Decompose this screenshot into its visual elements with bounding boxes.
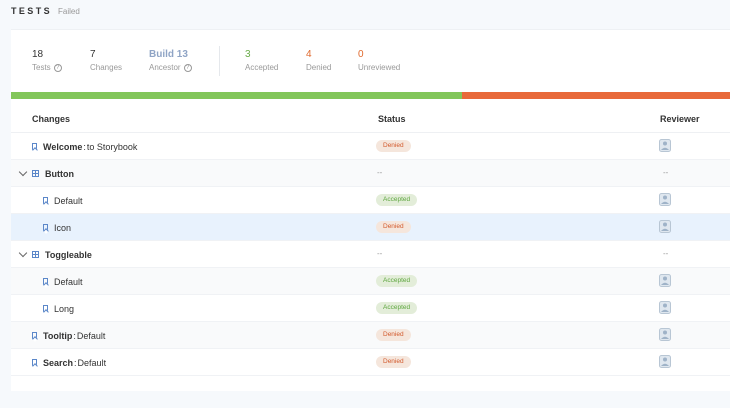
reviewer-avatar	[659, 355, 671, 368]
component-name: Toggleable	[45, 249, 92, 260]
story-name: Default	[77, 357, 107, 368]
stat-unreviewed-value: 0	[358, 49, 364, 60]
table-header: Changes Status Reviewer	[11, 106, 730, 133]
stat-tests-label: Tests	[32, 63, 51, 72]
row-name: Default	[43, 187, 83, 214]
table-row[interactable]: Default Accepted	[11, 268, 730, 295]
status-badge: Accepted	[376, 275, 418, 287]
page-title: TESTS	[11, 6, 53, 16]
progress-denied	[461, 92, 730, 99]
row-name: Welcome: to Storybook	[32, 133, 137, 160]
row-name: Toggleable	[32, 241, 92, 268]
reviewer-avatar	[659, 220, 671, 233]
help-icon[interactable]: ?	[53, 64, 62, 72]
status-empty: --	[377, 168, 383, 177]
stat-tests-value: 18	[32, 49, 44, 60]
stat-denied-value: 4	[306, 49, 312, 60]
column-status: Status	[378, 114, 406, 124]
name-separator: :	[73, 330, 76, 341]
story-name: Long	[54, 303, 75, 314]
table-row[interactable]: Toggleable -- --	[11, 241, 730, 268]
column-changes: Changes	[32, 114, 71, 124]
help-icon[interactable]: ?	[183, 64, 192, 72]
row-name: Search: Default	[32, 349, 106, 376]
stat-accepted-label: Accepted	[245, 63, 279, 72]
bookmark-icon	[43, 224, 48, 231]
status-badge: Denied	[376, 221, 411, 233]
stat-changes-value: 7	[90, 49, 96, 60]
row-name: Button	[32, 160, 74, 187]
review-progress-bar	[11, 92, 730, 99]
stat-unreviewed-label: Unreviewed	[358, 63, 401, 72]
status-badge: Accepted	[376, 302, 418, 314]
name-separator: :	[74, 357, 77, 368]
table-body: Welcome: to Storybook Denied Button -- -- Defa…	[11, 133, 730, 376]
stat-denied: 4 Denied	[306, 49, 331, 73]
stats-bar: 18 Tests? 7 Changes Build 13 Ancestor? 3…	[11, 30, 730, 92]
column-reviewer: Reviewer	[660, 114, 700, 124]
bookmark-icon	[32, 143, 37, 150]
reviewer-empty: --	[663, 249, 669, 258]
reviewer-avatar	[659, 139, 671, 152]
story-name: Icon	[54, 222, 72, 233]
stats-divider	[219, 46, 220, 76]
component-name: Search	[43, 357, 74, 368]
component-name: Button	[45, 168, 74, 179]
name-separator: :	[83, 141, 86, 152]
stat-ancestor-label: Ancestor	[149, 63, 181, 72]
status-badge: Denied	[376, 356, 411, 368]
table-row[interactable]: Welcome: to Storybook Denied	[11, 133, 730, 160]
table-row[interactable]: Long Accepted	[11, 295, 730, 322]
status-empty: --	[377, 249, 383, 258]
component-icon	[32, 251, 39, 258]
changes-table: Changes Status Reviewer Welcome: to Story…	[11, 106, 730, 376]
row-name: Tooltip: Default	[32, 322, 105, 349]
stat-changes-label: Changes	[90, 63, 123, 72]
bookmark-icon	[43, 197, 48, 204]
progress-accepted	[11, 92, 462, 99]
component-name: Welcome	[43, 141, 83, 152]
row-name: Long	[43, 295, 74, 322]
status-badge: Denied	[376, 140, 411, 152]
reviewer-avatar	[659, 328, 671, 341]
reviewer-empty: --	[663, 168, 669, 177]
story-name: to Storybook	[86, 141, 138, 152]
component-name: Tooltip	[43, 330, 73, 341]
build-status: Failed	[58, 7, 80, 16]
status-badge: Accepted	[376, 194, 418, 206]
chevron-down-icon[interactable]	[18, 248, 28, 258]
stat-changes: 7 Changes	[90, 49, 122, 73]
reviewer-avatar	[659, 301, 671, 314]
table-row[interactable]: Default Accepted	[11, 187, 730, 214]
chevron-down-icon[interactable]	[18, 167, 28, 177]
stat-accepted: 3 Accepted	[245, 49, 278, 73]
bookmark-icon	[43, 278, 48, 285]
page-header: TESTS Failed	[11, 6, 80, 18]
story-name: Default	[54, 276, 83, 287]
row-name: Default	[43, 268, 83, 295]
story-name: Default	[76, 330, 106, 341]
tests-panel: 18 Tests? 7 Changes Build 13 Ancestor? 3…	[11, 29, 730, 391]
table-row[interactable]: Icon Denied	[11, 214, 730, 241]
bookmark-icon	[32, 359, 37, 366]
stat-denied-label: Denied	[306, 63, 332, 72]
stat-tests: 18 Tests?	[32, 49, 62, 73]
table-row[interactable]: Tooltip: Default Denied	[11, 322, 730, 349]
story-name: Default	[54, 195, 83, 206]
component-icon	[32, 170, 39, 177]
table-row[interactable]: Button -- --	[11, 160, 730, 187]
reviewer-avatar	[659, 274, 671, 287]
row-name: Icon	[43, 214, 71, 241]
status-badge: Denied	[376, 329, 411, 341]
bookmark-icon	[43, 305, 48, 312]
reviewer-avatar	[659, 193, 671, 206]
bookmark-icon	[32, 332, 37, 339]
stat-ancestor: Build 13 Ancestor?	[149, 49, 192, 73]
stat-accepted-value: 3	[245, 49, 251, 60]
ancestor-build-link[interactable]: Build 13	[149, 49, 192, 61]
table-row[interactable]: Search: Default Denied	[11, 349, 730, 376]
stat-unreviewed: 0 Unreviewed	[358, 49, 400, 73]
